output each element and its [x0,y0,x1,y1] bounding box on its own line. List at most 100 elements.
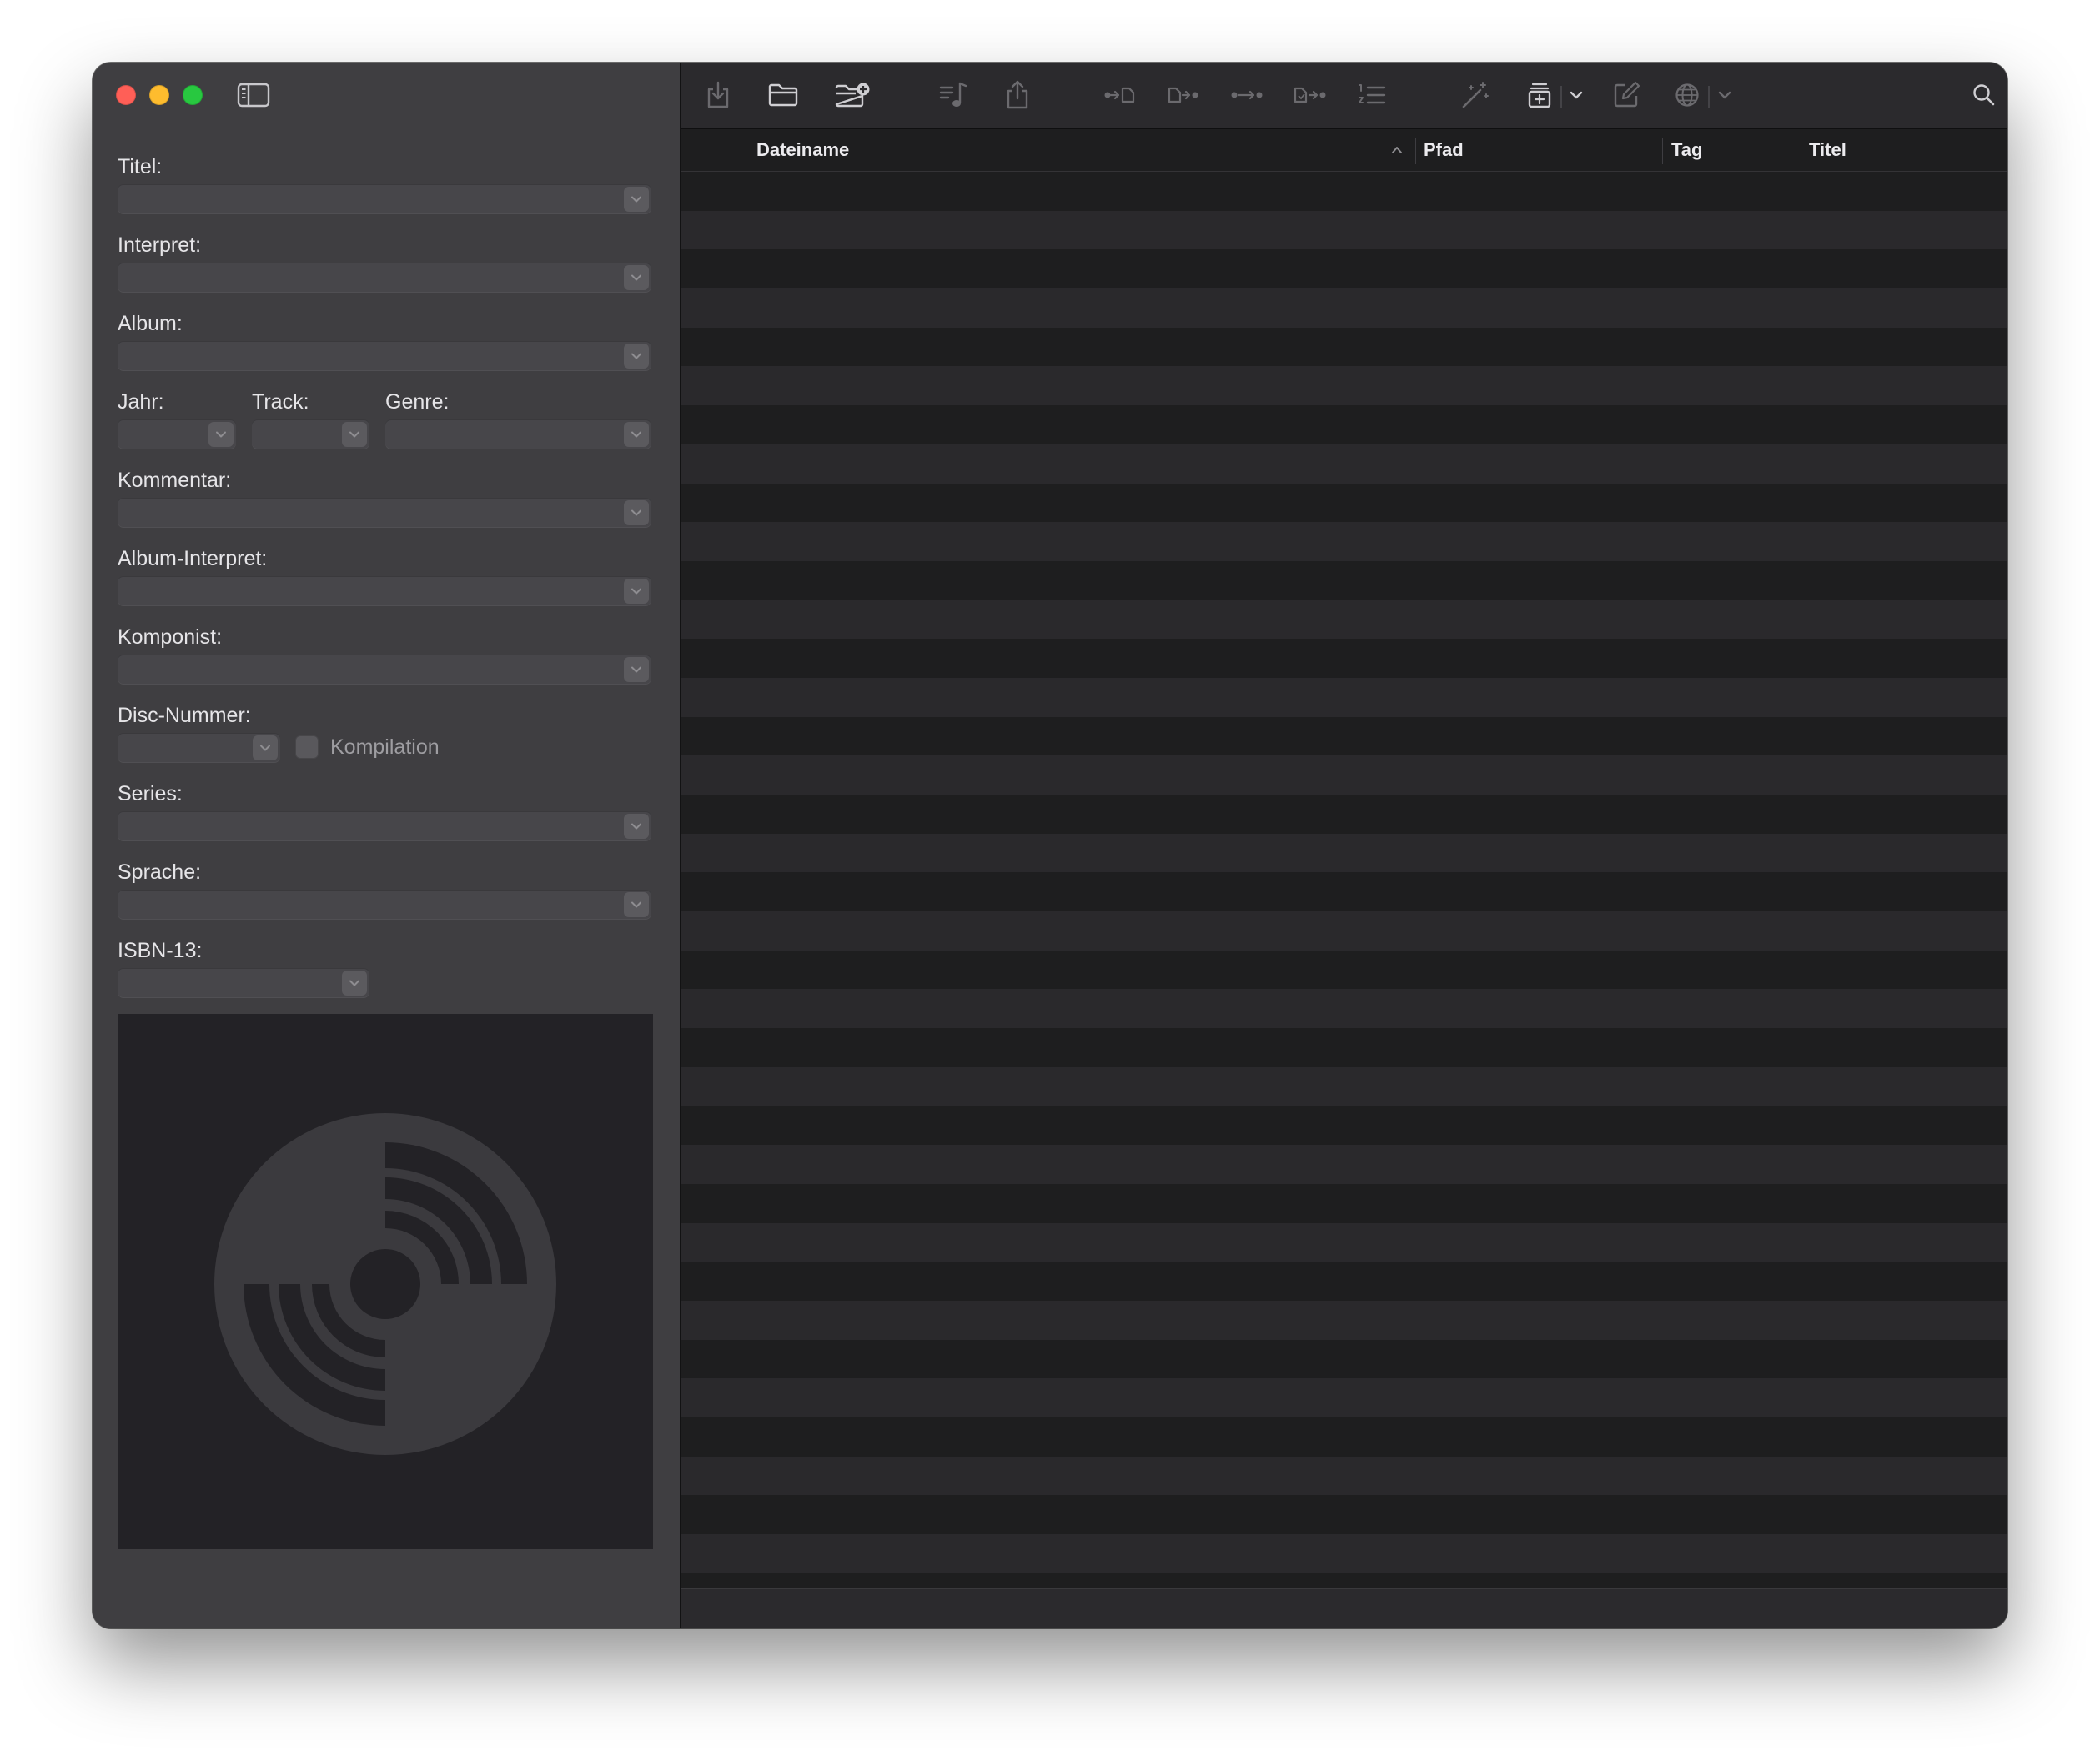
jahr-label: Jahr: [118,390,164,414]
chevron-down-icon[interactable] [624,265,649,290]
empty-table-row [681,795,2007,834]
empty-table-row [681,405,2007,444]
file-table-body[interactable] [681,172,2007,1589]
chevron-down-icon[interactable] [1712,78,1737,112]
titel-combobox[interactable] [118,184,651,214]
globe-icon[interactable] [1669,78,1706,112]
magic-wand-icon[interactable] [1457,78,1494,112]
empty-table-row [681,1028,2007,1067]
add-folder-icon[interactable] [834,78,871,112]
column-header-pfad[interactable]: Pfad [1424,129,1464,171]
interpret-label: Interpret: [118,233,202,257]
column-header-tag[interactable]: Tag [1671,129,1702,171]
empty-table-row [681,600,2007,640]
edit-icon[interactable] [1608,78,1645,112]
chevron-down-icon[interactable] [624,422,649,447]
app-window: Titel: Interpret: Album: Jahr: Track: Ge… [93,63,2007,1628]
isbn-combobox[interactable] [118,968,369,998]
sidebar-toggle-icon[interactable] [237,81,270,109]
empty-table-row [681,210,2007,250]
chevron-down-icon[interactable] [624,187,649,212]
empty-table-row [681,1339,2007,1379]
album-combobox[interactable] [118,341,651,371]
copy-tags-icon[interactable] [1521,78,1558,112]
chevron-down-icon[interactable] [624,814,649,839]
tag-to-tag-icon[interactable] [1228,78,1265,112]
titel-label: Titel: [118,155,163,178]
empty-table-row [681,989,2007,1029]
playlist-icon[interactable] [935,78,972,112]
open-folder-icon[interactable] [765,78,801,112]
empty-table-row [681,522,2007,561]
kompilation-checkbox[interactable] [295,735,319,759]
sprache-combobox[interactable] [118,890,651,920]
close-window-button[interactable] [116,85,136,105]
empty-table-row [681,639,2007,678]
maximize-window-button[interactable] [183,85,203,105]
artwork-drop-area[interactable] [118,1014,653,1549]
column-header-titel[interactable]: Titel [1809,129,1846,171]
music-disc-icon [214,1113,556,1455]
share-icon[interactable] [999,78,1036,112]
disc-nummer-combobox[interactable] [118,733,280,763]
sort-ascending-icon [1389,143,1404,158]
toolbar [681,63,2007,129]
empty-table-row [681,560,2007,600]
kommentar-label: Kommentar: [118,469,232,492]
series-label: Series: [118,782,183,805]
empty-table-row [681,327,2007,367]
kommentar-combobox[interactable] [118,498,651,528]
empty-table-row [681,172,2007,211]
empty-table-row [681,1495,2007,1535]
sprache-label: Sprache: [118,860,202,884]
empty-table-row [681,366,2007,406]
album-interpret-combobox[interactable] [118,576,651,606]
chevron-down-icon[interactable] [624,657,649,682]
file-list-pane: Dateiname Pfad Tag Titel [681,63,2007,1628]
empty-table-row [681,483,2007,523]
empty-table-row [681,444,2007,484]
chevron-down-icon[interactable] [342,971,367,996]
album-interpret-label: Album-Interpret: [118,547,268,570]
empty-table-row [681,1066,2007,1106]
chevron-down-icon[interactable] [624,500,649,525]
empty-table-row [681,755,2007,795]
search-icon[interactable] [1966,78,2002,112]
komponist-combobox[interactable] [118,655,651,685]
album-label: Album: [118,312,183,335]
empty-table-row [681,1534,2007,1573]
filename-to-tag-icon[interactable] [1165,78,1202,112]
empty-table-row [681,1145,2007,1184]
disc-nummer-label: Disc-Nummer: [118,704,251,727]
chevron-down-icon[interactable] [342,422,367,447]
jahr-combobox[interactable] [118,419,236,449]
genre-label: Genre: [385,390,450,414]
chevron-down-icon[interactable] [1564,78,1589,112]
track-label: Track: [252,390,309,414]
empty-table-row [681,249,2007,289]
empty-table-row [681,1222,2007,1262]
tag-editor-sidebar: Titel: Interpret: Album: Jahr: Track: Ge… [93,63,681,1628]
column-header-dateiname[interactable]: Dateiname [756,129,849,171]
empty-table-row [681,1183,2007,1223]
chevron-down-icon[interactable] [253,735,278,760]
series-combobox[interactable] [118,811,651,841]
tag-to-filename-icon[interactable] [1102,78,1138,112]
chevron-down-icon[interactable] [624,579,649,604]
isbn-label: ISBN-13: [118,939,203,962]
file-to-tag-icon[interactable] [1292,78,1329,112]
track-combobox[interactable] [252,419,369,449]
empty-table-row [681,677,2007,717]
empty-table-row [681,1378,2007,1417]
numbering-icon[interactable] [1354,78,1390,112]
interpret-combobox[interactable] [118,263,651,293]
chevron-down-icon[interactable] [624,892,649,917]
minimize-window-button[interactable] [149,85,169,105]
chevron-down-icon[interactable] [208,422,234,447]
import-icon[interactable] [700,78,736,112]
genre-combobox[interactable] [385,419,651,449]
kompilation-label: Kompilation [330,735,440,759]
empty-table-row [681,1262,2007,1301]
empty-table-row [681,288,2007,328]
chevron-down-icon[interactable] [624,344,649,369]
